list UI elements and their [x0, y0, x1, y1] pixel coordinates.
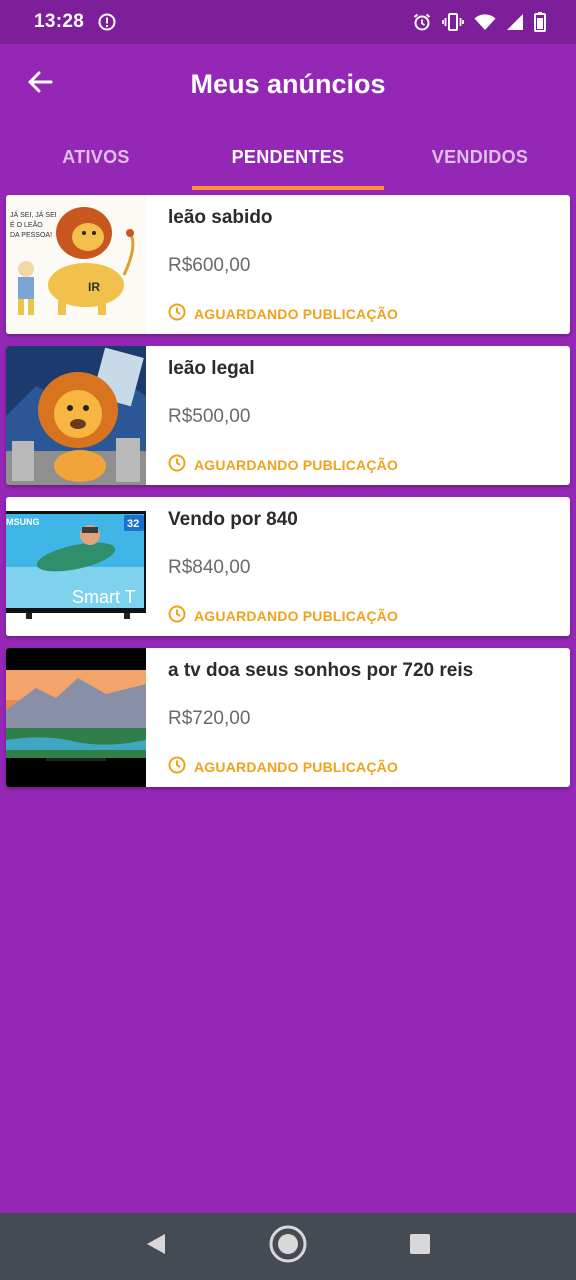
- listing-title: Vendo por 840: [168, 509, 298, 530]
- page-title: Meus anúncios: [190, 68, 386, 99]
- tab-pendentes[interactable]: PENDENTES: [192, 124, 384, 190]
- listing-price: R$500,00: [168, 406, 251, 427]
- tab-bar: ATIVOS PENDENTES VENDIDOS: [0, 124, 576, 190]
- listing-card[interactable]: 32 MSUNG Smart T Vendo por 840 R$840,00 …: [6, 497, 570, 636]
- tab-ativos[interactable]: ATIVOS: [0, 124, 192, 190]
- battery-icon: [534, 12, 546, 32]
- svg-text:JÁ SEI, JÁ SEI: JÁ SEI, JÁ SEI: [10, 210, 57, 219]
- listing-price: R$600,00: [168, 255, 251, 276]
- nav-recents-button[interactable]: [390, 1217, 450, 1277]
- status-badge: AGUARDANDO PUBLICAÇÃO: [168, 303, 398, 324]
- listing-thumbnail: [6, 346, 146, 485]
- status-time: 13:28: [34, 11, 85, 32]
- status-badge: AGUARDANDO PUBLICAÇÃO: [168, 756, 398, 777]
- status-bar: 13:28: [0, 0, 576, 44]
- status-text: AGUARDANDO PUBLICAÇÃO: [194, 456, 399, 473]
- app-bar: Meus anúncios: [0, 44, 576, 124]
- nav-back-button[interactable]: [126, 1217, 186, 1277]
- svg-text:MSUNG: MSUNG: [6, 517, 40, 527]
- status-text: AGUARDANDO PUBLICAÇÃO: [194, 305, 399, 322]
- svg-text:Smart T: Smart T: [72, 587, 136, 607]
- vibrate-icon: [442, 12, 464, 32]
- listing-title: leão legal: [168, 358, 255, 379]
- back-triangle-icon: [145, 1232, 167, 1261]
- svg-text:32: 32: [127, 518, 139, 530]
- listing-title: leão sabido: [168, 207, 273, 228]
- recents-square-icon: [409, 1233, 431, 1260]
- svg-text:DA PESSOA!: DA PESSOA!: [10, 232, 52, 239]
- listing-list: JÁ SEI, JÁ SEI É O LEÃO DA PESSOA! IR le…: [6, 195, 570, 799]
- status-text: AGUARDANDO PUBLICAÇÃO: [194, 607, 399, 624]
- status-text: AGUARDANDO PUBLICAÇÃO: [194, 758, 399, 775]
- back-button[interactable]: [22, 66, 58, 102]
- listing-title: a tv doa seus sonhos por 720 reis: [168, 660, 474, 681]
- clock-icon: [168, 756, 186, 777]
- clock-icon: [168, 605, 186, 626]
- system-nav-bar: [0, 1213, 576, 1280]
- status-badge: AGUARDANDO PUBLICAÇÃO: [168, 605, 398, 626]
- nav-home-button[interactable]: [258, 1217, 318, 1277]
- svg-text:IR: IR: [88, 280, 100, 294]
- wifi-icon: [474, 13, 496, 31]
- tab-vendidos[interactable]: VENDIDOS: [384, 124, 576, 190]
- arrow-back-icon: [27, 70, 53, 99]
- home-circle-icon: [268, 1224, 308, 1269]
- signal-icon: [506, 13, 524, 31]
- clock-icon: [168, 303, 186, 324]
- status-badge: AGUARDANDO PUBLICAÇÃO: [168, 454, 398, 475]
- alarm-icon: [412, 12, 432, 32]
- listing-card[interactable]: a tv doa seus sonhos por 720 reis R$720,…: [6, 648, 570, 787]
- clock-icon: [168, 454, 186, 475]
- svg-text:É O LEÃO: É O LEÃO: [10, 220, 43, 229]
- listing-thumbnail: [6, 648, 146, 787]
- listing-card[interactable]: JÁ SEI, JÁ SEI É O LEÃO DA PESSOA! IR le…: [6, 195, 570, 334]
- listing-card[interactable]: leão legal R$500,00 AGUARDANDO PUBLICAÇÃ…: [6, 346, 570, 485]
- listing-thumbnail: 32 MSUNG Smart T: [6, 497, 146, 636]
- listing-price: R$840,00: [168, 557, 251, 578]
- listing-price: R$720,00: [168, 708, 251, 729]
- listing-thumbnail: JÁ SEI, JÁ SEI É O LEÃO DA PESSOA! IR: [6, 195, 146, 334]
- shield-alert-icon: [98, 13, 116, 31]
